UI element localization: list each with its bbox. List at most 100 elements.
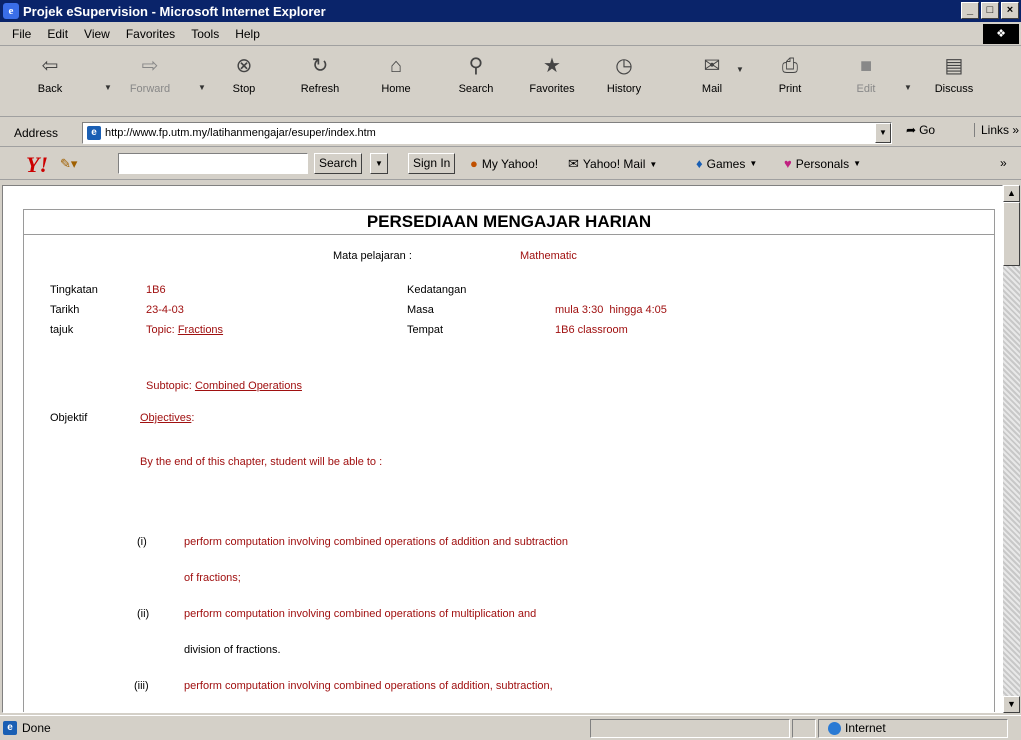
links-button[interactable]: Links » bbox=[974, 123, 1019, 137]
mail-label: Mail bbox=[701, 83, 723, 95]
objective-item-3-number: (iii) bbox=[134, 680, 149, 692]
print-label: Print bbox=[778, 83, 802, 95]
favorites-star-icon: ★ bbox=[543, 55, 561, 77]
search-icon: ⚲ bbox=[468, 55, 484, 77]
games-dropdown-icon: ▼ bbox=[749, 159, 758, 168]
yahoo-mail-dropdown-icon: ▼ bbox=[649, 159, 658, 169]
menu-help[interactable]: Help bbox=[235, 27, 260, 41]
objectives-heading-line: Objectives: bbox=[140, 412, 194, 424]
page-done-icon: e bbox=[3, 721, 17, 735]
go-button[interactable]: ➦ Go bbox=[906, 123, 935, 137]
discuss-label: Discuss bbox=[934, 83, 974, 95]
yahoo-mail-link[interactable]: ✉ Yahoo! Mail ▼ bbox=[568, 156, 657, 172]
menu-bar: File Edit View Favorites Tools Help ❖ bbox=[0, 22, 1021, 46]
close-button[interactable]: × bbox=[1001, 2, 1019, 19]
yahoo-toolbar: Y! ✎▾ Search ▼ Sign In ● My Yahoo! ✉ Yah… bbox=[0, 148, 1021, 180]
menu-favorites[interactable]: Favorites bbox=[126, 27, 175, 41]
forward-arrow-icon: ⇨ bbox=[141, 55, 159, 77]
mail-icon: ✉ bbox=[703, 55, 721, 77]
links-label: Links bbox=[981, 123, 1010, 137]
status-panel-lock bbox=[792, 719, 816, 738]
maximize-button[interactable]: □ bbox=[981, 2, 999, 19]
date-label: Tarikh bbox=[50, 304, 80, 316]
scroll-up-icon[interactable]: ▲ bbox=[1003, 185, 1020, 202]
pencil-icon[interactable]: ✎▾ bbox=[60, 156, 77, 172]
address-url[interactable]: http://www.fp.utm.my/latihanmengajar/esu… bbox=[105, 127, 376, 139]
games-link[interactable]: ♦ Games ▼ bbox=[696, 156, 757, 171]
forward-button[interactable]: ⇨ Forward bbox=[120, 51, 180, 111]
place-label: Tempat bbox=[407, 324, 444, 336]
topic-line: Topic: Fractions bbox=[146, 324, 320, 336]
date-value: 23-4-03 bbox=[146, 304, 184, 316]
history-label: History bbox=[606, 83, 642, 95]
edit-dropdown-icon[interactable]: ▼ bbox=[904, 83, 912, 92]
my-yahoo-link[interactable]: ● My Yahoo! bbox=[470, 156, 538, 171]
objectives-heading[interactable]: Objectives bbox=[140, 412, 191, 424]
refresh-label: Refresh bbox=[300, 83, 340, 95]
edit-icon: ■ bbox=[859, 55, 873, 77]
objectives-intro: By the end of this chapter, student will… bbox=[140, 456, 383, 468]
personals-dropdown-icon: ▼ bbox=[853, 159, 862, 168]
back-arrow-icon: ⇦ bbox=[41, 55, 59, 77]
history-button[interactable]: ◷ History bbox=[594, 51, 654, 111]
toolbar-overflow-icon[interactable]: » bbox=[1000, 156, 1007, 170]
address-input[interactable]: e http://www.fp.utm.my/latihanmengajar/e… bbox=[82, 122, 892, 144]
objective-item-2-number: (ii) bbox=[137, 608, 150, 620]
page-icon: e bbox=[87, 126, 101, 140]
refresh-icon: ↻ bbox=[311, 55, 329, 77]
window-title: Projek eSupervision - Microsoft Internet… bbox=[23, 3, 326, 19]
back-dropdown-icon[interactable]: ▼ bbox=[104, 83, 112, 92]
form-value: 1B6 bbox=[146, 284, 166, 296]
status-text: Done bbox=[22, 721, 51, 735]
personals-link[interactable]: ♥ Personals ▼ bbox=[784, 156, 861, 171]
games-icon: ♦ bbox=[696, 156, 703, 171]
favorites-label: Favorites bbox=[529, 83, 575, 95]
topic-value[interactable]: Fractions bbox=[178, 324, 320, 336]
menu-view[interactable]: View bbox=[84, 27, 110, 41]
forward-dropdown-icon[interactable]: ▼ bbox=[198, 83, 206, 92]
yahoo-search-button[interactable]: Search bbox=[314, 153, 363, 174]
scroll-down-icon[interactable]: ▼ bbox=[1003, 696, 1020, 713]
mail-dropdown-icon[interactable]: ▼ bbox=[736, 65, 744, 74]
forward-label: Forward bbox=[129, 83, 171, 95]
edit-button[interactable]: ■ Edit bbox=[836, 51, 896, 111]
yahoo-search-dropdown-icon[interactable]: ▼ bbox=[370, 153, 388, 174]
page-viewport: PERSEDIAAN MENGAJAR HARIAN Mata pelajara… bbox=[2, 185, 1003, 713]
refresh-button[interactable]: ↻ Refresh bbox=[290, 51, 350, 111]
search-button[interactable]: ⚲ Search bbox=[446, 51, 506, 111]
title-label: tajuk bbox=[50, 324, 74, 336]
time-value: mula 3:30 hingga 4:05 bbox=[555, 304, 667, 316]
minimize-button[interactable]: _ bbox=[961, 2, 979, 19]
heart-icon: ♥ bbox=[784, 156, 792, 171]
objective-item-1-line1: perform computation involving combined o… bbox=[184, 536, 569, 548]
back-button[interactable]: ⇦ Back bbox=[20, 51, 80, 111]
stop-icon: ⊗ bbox=[235, 55, 253, 77]
discuss-button[interactable]: ▤ Discuss bbox=[924, 51, 984, 111]
page-title: PERSEDIAAN MENGAJAR HARIAN bbox=[24, 210, 994, 235]
security-zone: Internet bbox=[828, 721, 886, 735]
favorites-button[interactable]: ★ Favorites bbox=[522, 51, 582, 111]
sign-in-button[interactable]: Sign In bbox=[408, 153, 456, 174]
mail-button[interactable]: ✉ Mail bbox=[682, 51, 742, 111]
printer-icon: ⎙ bbox=[782, 55, 798, 77]
menu-tools[interactable]: Tools bbox=[191, 27, 219, 41]
subject-label: Mata pelajaran : bbox=[333, 250, 412, 262]
subtopic-value[interactable]: Combined Operations bbox=[195, 380, 302, 392]
menu-file[interactable]: File bbox=[12, 27, 31, 41]
address-dropdown-icon[interactable]: ▼ bbox=[875, 123, 891, 143]
globe-icon bbox=[828, 721, 841, 735]
vertical-scrollbar[interactable]: ▲ ▼ bbox=[1003, 185, 1020, 713]
stop-button[interactable]: ⊗ Stop bbox=[214, 51, 274, 111]
discuss-icon: ▤ bbox=[944, 55, 964, 77]
yahoo-logo[interactable]: Y! bbox=[26, 152, 48, 178]
menu-edit[interactable]: Edit bbox=[47, 27, 68, 41]
window-controls: _ □ × bbox=[961, 2, 1019, 19]
games-label: Games bbox=[706, 156, 746, 171]
yahoo-search-input[interactable] bbox=[118, 153, 308, 174]
status-bar: e Done Internet bbox=[0, 715, 1021, 740]
print-button[interactable]: ⎙ Print bbox=[760, 51, 820, 111]
back-label: Back bbox=[37, 83, 63, 95]
home-button[interactable]: ⌂ Home bbox=[366, 51, 426, 111]
scroll-thumb[interactable] bbox=[1003, 202, 1020, 266]
my-yahoo-label: My Yahoo! bbox=[481, 156, 539, 171]
